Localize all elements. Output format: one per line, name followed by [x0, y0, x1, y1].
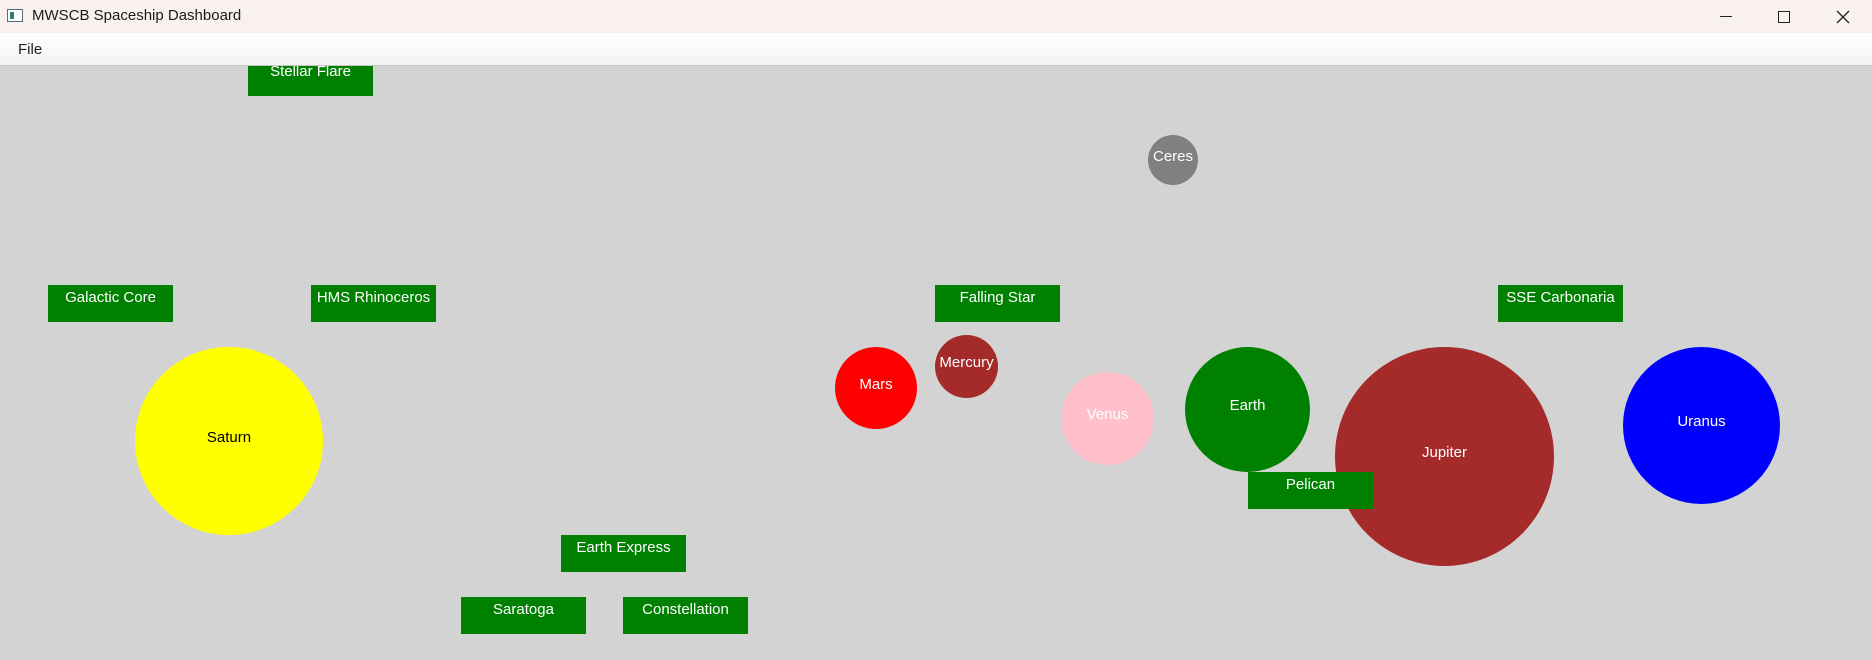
close-icon	[1836, 10, 1850, 23]
ship-saratoga[interactable]: Saratoga	[461, 597, 586, 634]
close-button[interactable]	[1814, 0, 1872, 33]
planet-label: Mercury	[939, 354, 994, 371]
planet-label: Mars	[859, 375, 893, 393]
ship-falling-star[interactable]: Falling Star	[935, 285, 1060, 322]
planet-venus[interactable]: Venus	[1061, 372, 1154, 465]
planet-earth[interactable]: Earth	[1185, 347, 1310, 472]
planet-ceres[interactable]: Ceres	[1148, 135, 1198, 185]
minimize-button[interactable]	[1697, 0, 1755, 33]
window-title: MWSCB Spaceship Dashboard	[32, 7, 242, 24]
maximize-button[interactable]	[1755, 0, 1813, 33]
planet-label: Ceres	[1152, 147, 1193, 165]
ship-stellar-flare[interactable]: Stellar Flare	[248, 66, 373, 96]
planet-label: Uranus	[1677, 413, 1726, 430]
ship-hms-rhinoceros[interactable]: HMS Rhinoceros	[311, 285, 436, 322]
planet-label: Earth	[1229, 397, 1266, 414]
ship-sse-carbonaria[interactable]: SSE Carbonaria	[1498, 285, 1623, 322]
planet-mercury[interactable]: Mercury	[935, 335, 998, 398]
ship-constellation[interactable]: Constellation	[623, 597, 748, 634]
planet-label: Saturn	[206, 428, 252, 446]
app-icon	[7, 9, 23, 22]
planet-uranus[interactable]: Uranus	[1623, 347, 1780, 504]
planet-label: Venus	[1086, 406, 1129, 423]
title-bar: MWSCB Spaceship Dashboard	[0, 0, 1872, 33]
ship-galactic-core[interactable]: Galactic Core	[48, 285, 173, 322]
planet-saturn[interactable]: Saturn	[135, 347, 323, 535]
planet-jupiter[interactable]: Jupiter	[1335, 347, 1554, 566]
menu-bar: File	[0, 33, 1872, 66]
menu-file[interactable]: File	[18, 41, 42, 58]
planet-label: Jupiter	[1421, 444, 1468, 461]
space-canvas: Ceres Saturn Mars Mercury Venus Earth Ju…	[0, 66, 1872, 660]
ship-pelican[interactable]: Pelican	[1248, 472, 1373, 509]
ship-earth-express[interactable]: Earth Express	[561, 535, 686, 572]
planet-mars[interactable]: Mars	[835, 347, 917, 429]
